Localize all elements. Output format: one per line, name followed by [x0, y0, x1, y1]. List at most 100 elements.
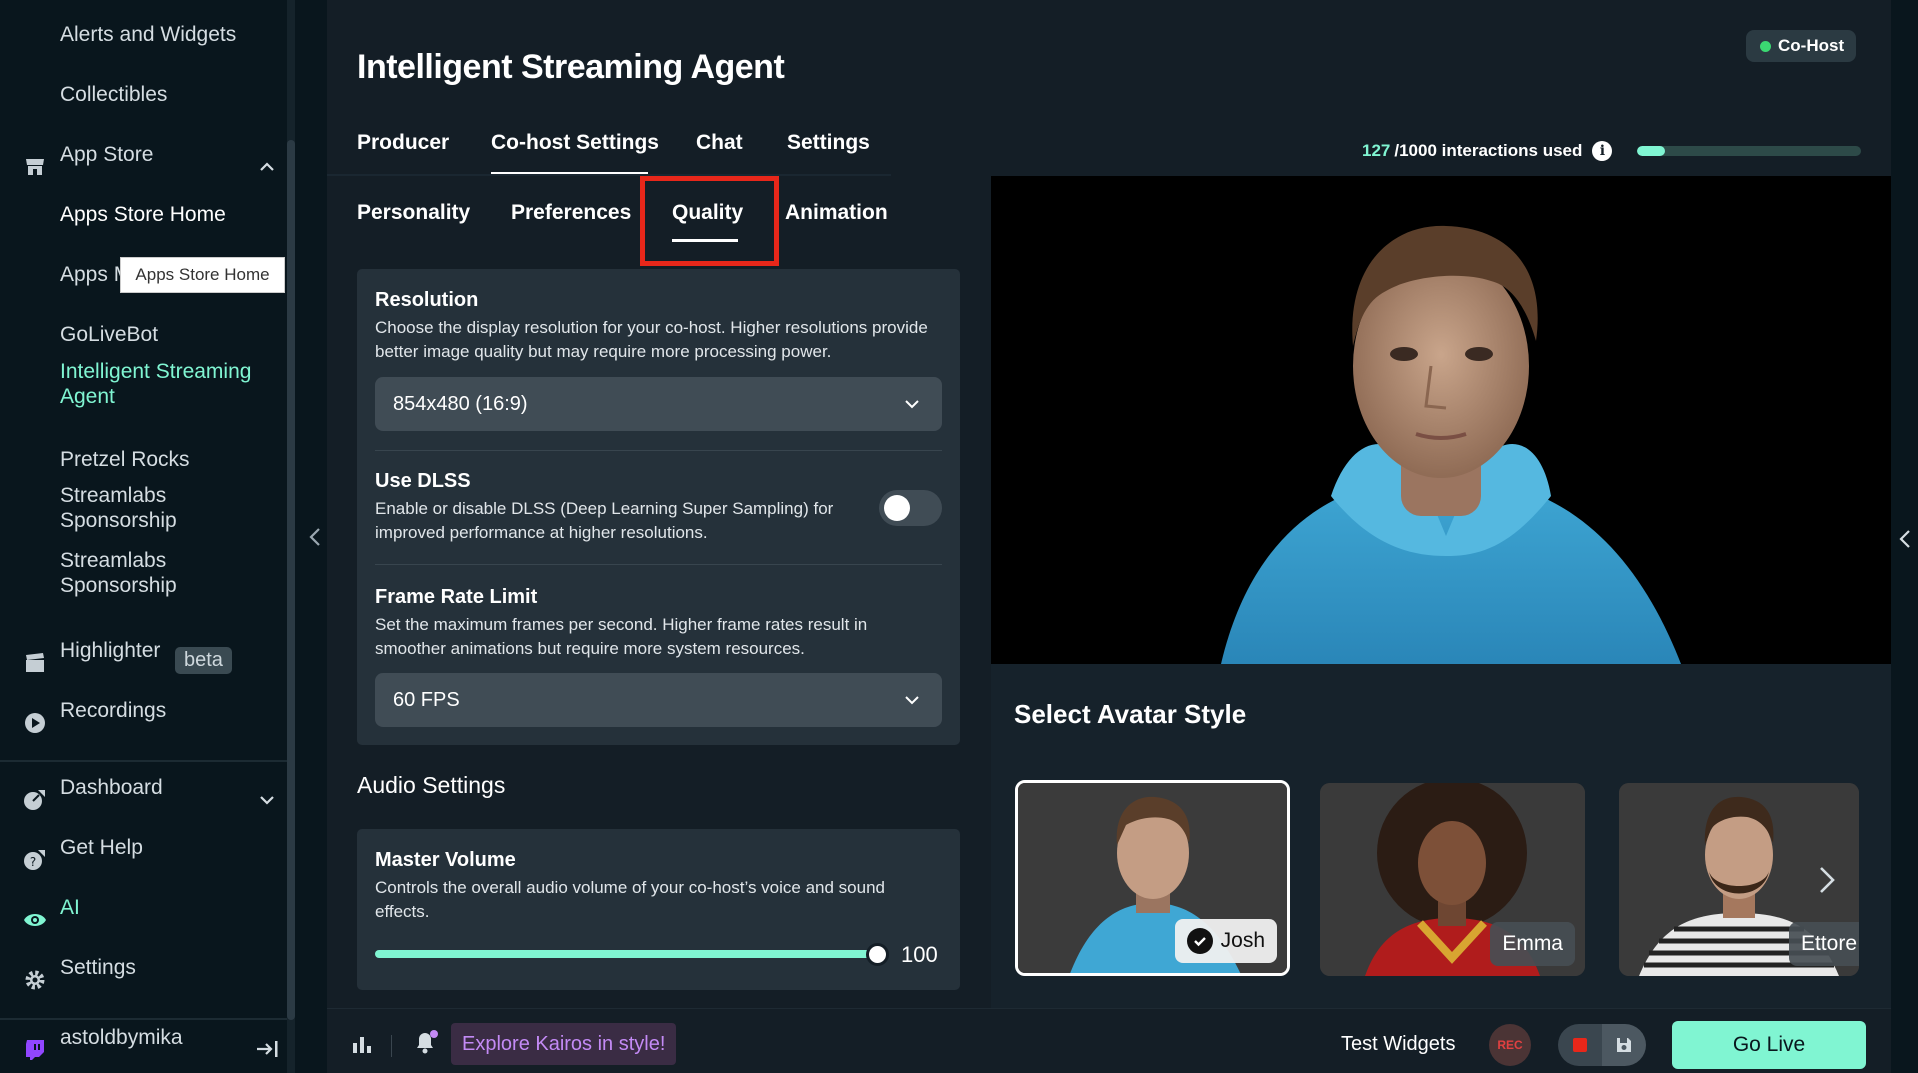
sidebar-item-label: Intelligent Streaming Agent — [60, 360, 252, 408]
twitch-icon — [22, 1037, 48, 1063]
slider-handle[interactable] — [866, 943, 889, 966]
sidebar-item-label: Pretzel Rocks — [60, 447, 190, 471]
footer-divider — [391, 1035, 392, 1057]
sidebar-item-label: AI — [60, 895, 80, 919]
tooltip: Apps Store Home — [120, 257, 285, 293]
sidebar-item-label: GoLiveBot — [60, 322, 159, 346]
status-badge-label: Co-Host — [1778, 36, 1845, 55]
collapse-right-icon[interactable] — [1897, 527, 1913, 551]
svg-text:?: ? — [30, 855, 36, 869]
stop-icon — [1573, 1038, 1587, 1052]
clapperboard-icon — [22, 650, 48, 676]
usage-used: 127 — [1362, 141, 1391, 160]
record-button[interactable]: REC — [1489, 1024, 1531, 1066]
chevron-right-icon[interactable] — [1816, 865, 1838, 895]
sidebar-divider — [0, 1018, 287, 1020]
tab-chat[interactable]: Chat — [696, 131, 743, 155]
sidebar-item-label: Settings — [60, 955, 136, 979]
avatar-preview — [991, 176, 1891, 664]
promo-banner[interactable]: Explore Kairos in style! — [451, 1023, 677, 1065]
eye-icon — [22, 907, 48, 933]
chevron-down-icon[interactable] — [258, 791, 276, 809]
beta-badge: beta — [175, 647, 232, 674]
help-icon: ? — [22, 847, 48, 873]
avatar-name: Josh — [1220, 929, 1265, 952]
collapse-left-icon[interactable] — [305, 525, 325, 549]
sidebar-item-label: App Store — [60, 142, 154, 166]
dlss-toggle[interactable] — [879, 490, 942, 526]
sidebar-scrollbar[interactable] — [287, 140, 295, 1020]
avatar-name-badge: Emma — [1490, 922, 1575, 966]
toggle-knob — [884, 495, 910, 521]
resolution-description: Choose the display resolution for your c… — [375, 318, 928, 361]
subtab-personality[interactable]: Personality — [357, 201, 470, 225]
chevron-up-icon[interactable] — [258, 158, 276, 176]
sidebar-item-label: Recordings — [60, 698, 167, 722]
sidebar-item-label: Alerts and Widgets — [60, 22, 237, 46]
sidebar-item-label: Dashboard — [60, 775, 163, 799]
info-icon[interactable]: i — [1592, 141, 1613, 161]
divider — [375, 450, 942, 451]
framerate-value: 60 FPS — [393, 688, 460, 711]
avatar-card-emma[interactable]: Emma — [1320, 783, 1585, 976]
dlss-title: Use DLSS — [375, 470, 471, 492]
status-dot — [1760, 41, 1771, 52]
gear-icon — [22, 967, 48, 993]
divider — [375, 564, 942, 565]
test-widgets-button[interactable]: Test Widgets — [1341, 1033, 1455, 1056]
framerate-select[interactable]: 60 FPS — [375, 673, 942, 727]
audio-settings-heading: Audio Settings — [357, 772, 506, 798]
framerate-description: Set the maximum frames per second. Highe… — [375, 615, 868, 658]
sidebar-item-label: Collectibles — [60, 82, 168, 106]
chevron-down-icon — [905, 696, 919, 705]
tab-settings[interactable]: Settings — [787, 131, 870, 155]
stats-icon[interactable] — [351, 1033, 373, 1055]
dlss-description: Enable or disable DLSS (Deep Learning Su… — [375, 499, 834, 542]
avatar-card-josh[interactable]: Josh — [1015, 780, 1290, 976]
avatar-style-heading: Select Avatar Style — [1014, 699, 1247, 729]
sidebar-item-label: Apps Store Home — [60, 202, 226, 226]
usage-progress-bar — [1637, 146, 1861, 156]
play-circle-icon — [22, 710, 48, 736]
avatar-name-badge: Ettore — [1788, 922, 1859, 966]
usage-progress-fill — [1637, 146, 1666, 156]
master-volume-value: 100 — [901, 942, 938, 967]
usage-total: /1000 interactions used — [1394, 141, 1583, 160]
sidebar: Alerts and Widgets Collectibles App Stor… — [0, 0, 287, 1073]
subtab-preferences[interactable]: Preferences — [511, 201, 631, 225]
save-icon — [1617, 1038, 1631, 1052]
framerate-title: Frame Rate Limit — [375, 586, 538, 608]
sidebar-item-label: Highlighter — [60, 638, 161, 662]
master-volume-title: Master Volume — [375, 849, 516, 871]
usage-counter: 127 /1000 interactions used i — [1362, 141, 1613, 161]
highlight-box — [640, 176, 779, 266]
sidebar-divider — [0, 760, 287, 762]
store-icon — [22, 154, 48, 180]
resolution-value: 854x480 (16:9) — [393, 392, 528, 415]
resolution-select[interactable]: 854x480 (16:9) — [375, 377, 942, 431]
status-badge: Co-Host — [1746, 30, 1857, 62]
save-replay-button[interactable] — [1602, 1024, 1646, 1066]
subtab-animation[interactable]: Animation — [785, 201, 888, 225]
username: astoldbymika — [60, 1025, 183, 1049]
avatar-name: Emma — [1502, 932, 1563, 955]
tab-cohost-settings[interactable]: Co-host Settings — [491, 131, 659, 155]
stop-replay-button[interactable] — [1558, 1024, 1602, 1066]
logout-icon[interactable] — [255, 1039, 279, 1059]
sidebar-item-label: Streamlabs Sponsorship — [60, 484, 177, 532]
sidebar-item-label: Get Help — [60, 835, 143, 859]
sidebar-item-label: Streamlabs Sponsorship — [60, 549, 177, 597]
dashboard-icon — [22, 787, 48, 813]
header-divider — [327, 174, 891, 176]
master-volume-slider[interactable] — [375, 950, 878, 958]
page-title: Intelligent Streaming Agent — [357, 48, 785, 86]
avatar-preview-image — [1221, 225, 1681, 664]
chevron-down-icon — [905, 400, 919, 409]
avatar-name-badge: Josh — [1174, 919, 1277, 963]
go-live-button[interactable]: Go Live — [1672, 1021, 1866, 1069]
avatar-name: Ettore — [1800, 932, 1857, 955]
master-volume-description: Controls the overall audio volume of you… — [375, 878, 885, 921]
tab-producer[interactable]: Producer — [357, 131, 449, 155]
notification-bell-icon[interactable] — [412, 1029, 440, 1055]
resolution-title: Resolution — [375, 289, 479, 311]
